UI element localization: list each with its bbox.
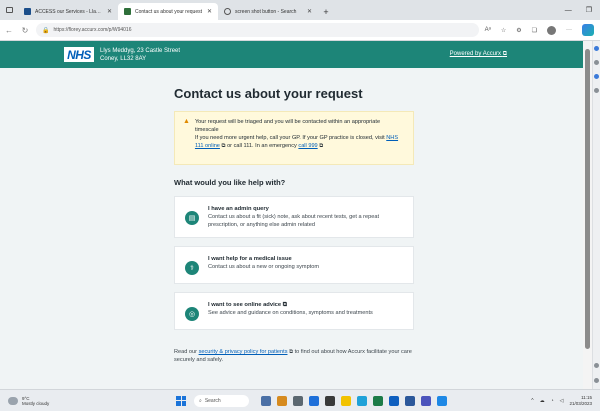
- outlook-icon[interactable]: [389, 395, 399, 406]
- maximize-icon[interactable]: ❐: [586, 6, 592, 14]
- practice-address: Llys Meddyg, 23 Castle Street Coney, LL3…: [100, 47, 181, 62]
- lock-icon: 🔒: [42, 27, 50, 34]
- main-content: Contact us about your request ▲ Your req…: [174, 68, 414, 364]
- teams-icon[interactable]: [421, 395, 431, 406]
- system-tray: ^ ☁ ◔ ◁ 11:15 21/03/2023: [531, 395, 600, 406]
- accurx-favicon-icon: [124, 8, 131, 15]
- word-icon[interactable]: [405, 395, 415, 406]
- call-999-link[interactable]: call 999: [298, 143, 317, 149]
- store-icon[interactable]: [325, 395, 335, 406]
- chevron-up-icon[interactable]: ^: [531, 398, 533, 404]
- page-scrollbar[interactable]: [583, 41, 592, 389]
- volume-icon[interactable]: ◁: [560, 398, 564, 404]
- close-tab-icon[interactable]: ✕: [207, 8, 212, 15]
- browser-tab-2[interactable]: Contact us about your request ✕: [118, 3, 218, 20]
- chrome-icon[interactable]: [357, 395, 367, 406]
- privacy-policy-link[interactable]: security & privacy policy for patients: [199, 349, 288, 355]
- external-link-icon: ⧉: [221, 143, 226, 149]
- admin-query-option[interactable]: ▤ I have an admin query Contact us about…: [174, 196, 414, 238]
- wifi-icon[interactable]: ◔: [551, 398, 554, 404]
- taskbar-apps: [261, 395, 447, 406]
- excel-icon[interactable]: [373, 395, 383, 406]
- widgets-icon[interactable]: [261, 395, 271, 406]
- warning-icon: ▲: [183, 118, 190, 125]
- browser-tab-strip: ACCESS our Services - Llanfairfe ✕ Conta…: [0, 0, 600, 20]
- add-icon[interactable]: [594, 88, 599, 93]
- browser-sidebar: [592, 41, 600, 389]
- onedrive-icon[interactable]: ☁: [540, 398, 545, 404]
- window-controls: — ❐: [565, 0, 600, 20]
- nhs-header: NHS Llys Meddyg, 23 Castle Street Coney,…: [0, 41, 583, 68]
- external-link-icon: ⧉: [282, 302, 287, 308]
- document-icon: ▤: [185, 211, 199, 225]
- cloud-icon: [8, 396, 18, 405]
- privacy-footer: Read our security & privacy policy for p…: [174, 349, 412, 363]
- tab-actions-icon[interactable]: [0, 0, 18, 20]
- stethoscope-icon: ⚕: [185, 261, 199, 275]
- compass-icon: ◎: [185, 307, 199, 321]
- more-menu-icon[interactable]: ···: [566, 27, 572, 33]
- taskbar-search-input[interactable]: ⌕ Search: [194, 394, 249, 407]
- tools-icon[interactable]: [594, 60, 599, 65]
- external-link-icon: ⧉: [502, 51, 507, 57]
- folder-icon[interactable]: [341, 395, 351, 406]
- favorite-icon[interactable]: ☆: [501, 27, 506, 34]
- clock[interactable]: 11:15 21/03/2023: [569, 395, 592, 406]
- copilot-icon[interactable]: [582, 24, 594, 36]
- refresh-icon[interactable]: ↻: [20, 26, 30, 35]
- nhs-logo: NHS: [64, 47, 94, 62]
- close-tab-icon[interactable]: ✕: [307, 8, 312, 15]
- outlook-icon[interactable]: [594, 74, 599, 79]
- new-tab-button[interactable]: +: [318, 3, 334, 20]
- back-icon[interactable]: ←: [4, 26, 14, 35]
- address-bar: ← ↻ 🔒 https://florey.accurx.com/p/W94016…: [0, 20, 600, 41]
- task-view-icon[interactable]: [293, 395, 303, 406]
- external-link-icon: ⧉: [289, 349, 294, 355]
- browser-toolbar: Aᵃ ☆ ⚙ ❏ ···: [485, 24, 596, 36]
- browser-tab-3[interactable]: screen shot button - Search ✕: [218, 3, 318, 20]
- extensions-icon[interactable]: ⚙: [516, 27, 521, 34]
- read-aloud-icon[interactable]: Aᵃ: [485, 27, 491, 33]
- collections-icon[interactable]: ❏: [532, 27, 537, 34]
- sidebar-settings-icon[interactable]: [594, 378, 599, 383]
- access-favicon-icon: [24, 8, 31, 15]
- scrollbar-thumb[interactable]: [585, 49, 590, 349]
- windows-start-icon[interactable]: [176, 395, 186, 406]
- weather-widget[interactable]: 9°C Mostly cloudy: [0, 396, 160, 406]
- urgent-notice: ▲ Your request will be triaged and you w…: [174, 111, 414, 165]
- edge-icon[interactable]: [309, 395, 319, 406]
- help-heading: What would you like help with?: [174, 178, 286, 187]
- page-title: Contact us about your request: [174, 86, 363, 101]
- browser-tab-1[interactable]: ACCESS our Services - Llanfairfe ✕: [18, 3, 118, 20]
- external-link-icon: ⧉: [319, 143, 324, 149]
- search-favicon-icon: [224, 8, 231, 15]
- powered-by-link[interactable]: Powered by Accurx ⧉: [450, 51, 507, 58]
- minimize-icon[interactable]: —: [565, 7, 572, 14]
- online-advice-option[interactable]: ◎ I want to see online advice ⧉ See advi…: [174, 292, 414, 330]
- taskbar: 9°C Mostly cloudy ⌕ Search ^ ☁ ◔ ◁ 11:15…: [0, 389, 600, 411]
- sidebar-layout-icon[interactable]: [594, 363, 599, 368]
- search-icon[interactable]: [594, 46, 599, 51]
- close-tab-icon[interactable]: ✕: [107, 8, 112, 15]
- app-icon[interactable]: [437, 395, 447, 406]
- profile-avatar[interactable]: [547, 25, 556, 35]
- url-field[interactable]: 🔒 https://florey.accurx.com/p/W94016: [36, 23, 479, 37]
- file-explorer-icon[interactable]: [277, 395, 287, 406]
- search-icon: ⌕: [199, 397, 202, 404]
- medical-issue-option[interactable]: ⚕ I want help for a medical issue Contac…: [174, 246, 414, 284]
